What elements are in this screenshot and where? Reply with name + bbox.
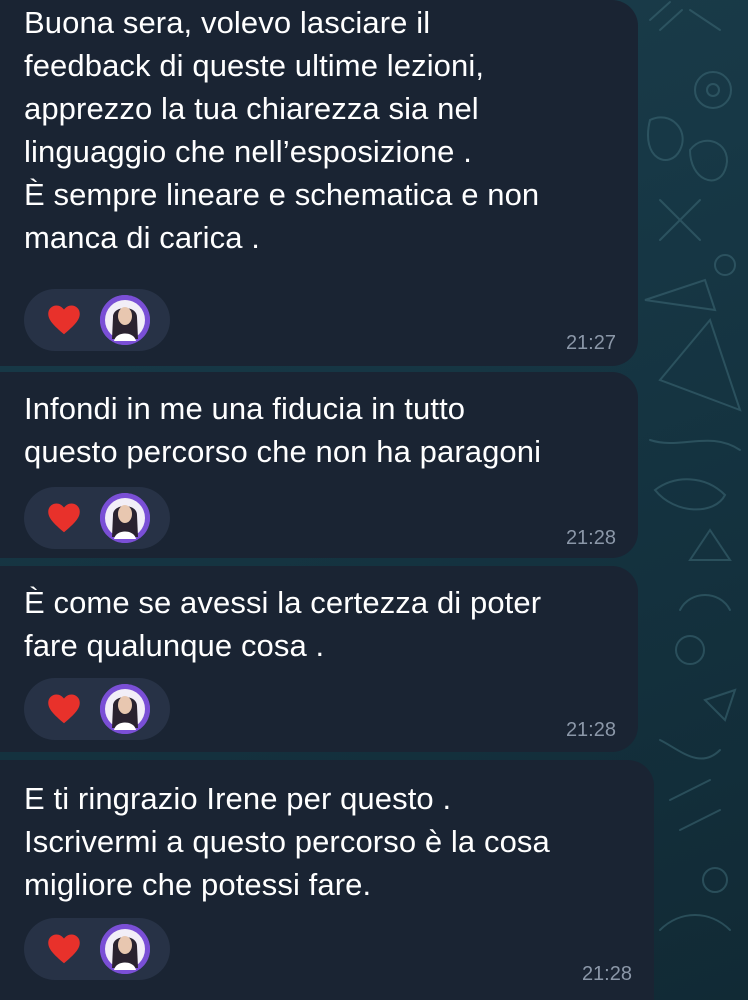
message-timestamp: 21:28	[565, 719, 616, 741]
message-bubble[interactable]: Buona sera, volevo lasciare il feedback …	[0, 0, 638, 366]
message-timestamp: 21:28	[581, 963, 632, 985]
avatar	[100, 924, 150, 974]
reaction-pill[interactable]	[24, 678, 170, 740]
avatar	[100, 493, 150, 543]
message-bubble[interactable]: È come se avessi la certezza di poter fa…	[0, 566, 638, 752]
avatar	[100, 295, 150, 345]
avatar	[100, 684, 150, 734]
message-text: Buona sera, volevo lasciare il feedback …	[24, 5, 540, 255]
message-text: È come se avessi la certezza di poter fa…	[24, 585, 542, 663]
heart-icon	[48, 694, 80, 724]
reaction-pill[interactable]	[24, 487, 170, 549]
message-bubble[interactable]: Infondi in me una fiducia in tutto quest…	[0, 372, 638, 558]
heart-icon	[48, 934, 80, 964]
message-timestamp: 21:27	[565, 332, 616, 354]
reaction-pill[interactable]	[24, 918, 170, 980]
message-text: E ti ringrazio Irene per questo . Iscriv…	[24, 781, 550, 902]
message-timestamp: 21:28	[565, 527, 616, 549]
message-bubble[interactable]: E ti ringrazio Irene per questo . Iscriv…	[0, 760, 654, 1000]
reaction-pill[interactable]	[24, 289, 170, 351]
heart-icon	[48, 503, 80, 533]
message-text: Infondi in me una fiducia in tutto quest…	[24, 391, 542, 469]
heart-icon	[48, 305, 80, 335]
